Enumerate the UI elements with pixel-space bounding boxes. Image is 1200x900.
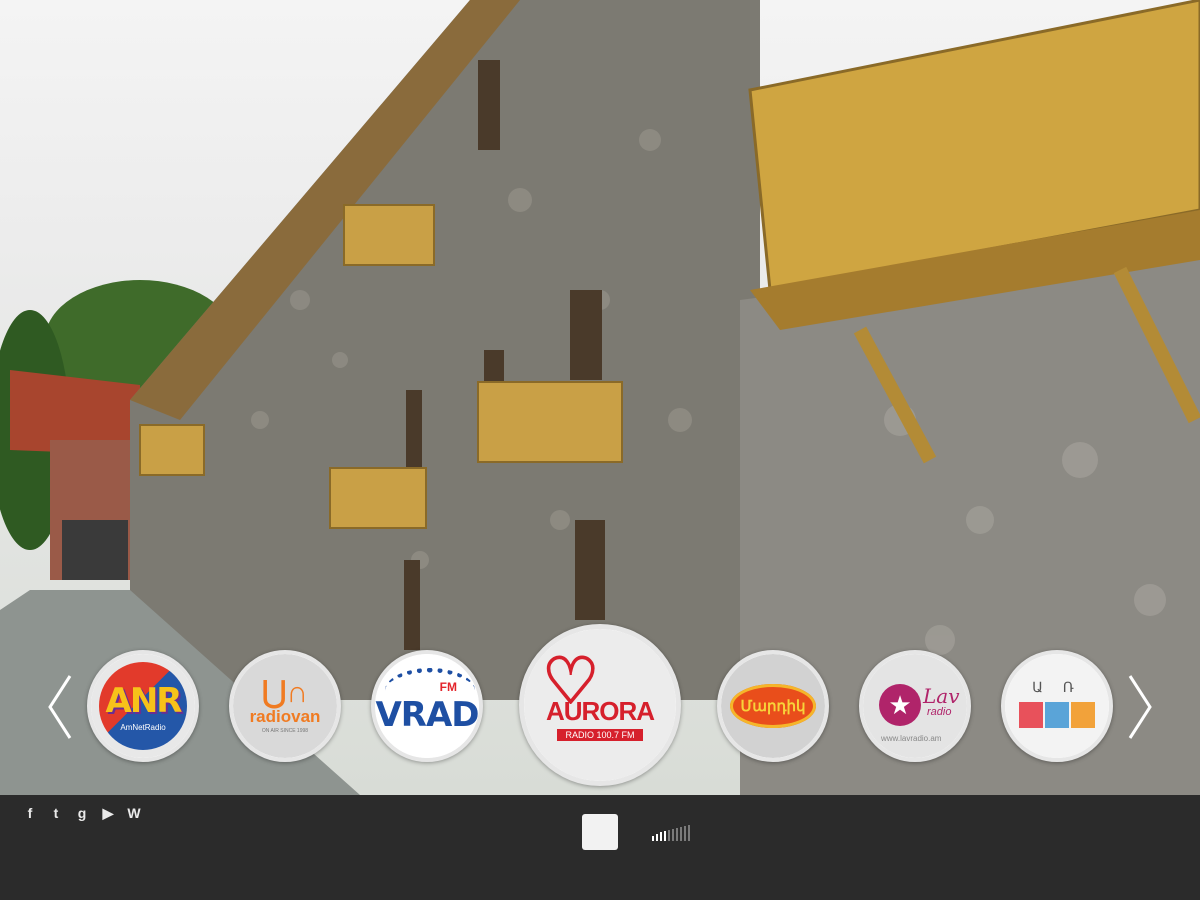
station-logo-text: radiovan [249,707,321,726]
station-logo-text: Մարդիկ [740,698,806,715]
station-logo-text: ANR [105,680,183,721]
signal-arc-icon [385,668,475,713]
station-logo-anr: ANR AmNetRadio [91,654,195,758]
youtube-icon[interactable]: ▶ [100,805,116,821]
volume-slider[interactable] [652,825,690,841]
station-logo-url: www.lavradio.am [881,734,942,743]
station-aurora[interactable]: ♡ AURORA RADIO 100.7 FM [519,624,681,786]
station-logo-ur: Ա Ռ [1005,654,1109,758]
social-links: f t g ▶ W [22,805,142,821]
station-logo-subtext: radio [927,706,952,718]
station-logo-radiovan: ⋃∩ radiovan ON AIR SINCE 1998 [233,654,337,758]
carousel-prev-button[interactable] [40,672,80,742]
station-logo-text: AURORA [545,695,655,726]
station-ur[interactable]: Ա Ռ [1001,650,1113,762]
station-logo-subtext: RADIO 100.7 FM [557,728,643,741]
twitter-icon[interactable]: t [48,805,64,821]
wordpress-icon[interactable]: W [126,805,142,821]
station-logo-text: Ա Ռ [1032,678,1082,695]
facebook-icon[interactable]: f [22,805,38,821]
station-logo-subtext: AmNetRadio [120,722,166,732]
chevron-right-icon [1128,675,1152,739]
stop-button[interactable] [582,814,618,850]
chevron-left-icon [48,675,72,739]
station-anr[interactable]: ANR AmNetRadio [87,650,199,762]
station-logo-lav: ★ Lav radio www.lavradio.am [863,654,967,758]
station-carousel: ANR AmNetRadio ⋃∩ radiovan ON AIR SINCE … [0,620,1200,790]
google-plus-icon[interactable]: g [74,805,90,821]
station-logo-subtext: ON AIR SINCE 1998 [261,728,309,734]
station-logo-aurora: ♡ AURORA RADIO 100.7 FM [524,629,676,781]
station-logo-text: Lav [923,684,960,708]
station-logo-vrad: FM VRAD [375,654,479,758]
player-bar: f t g ▶ W [0,795,1200,900]
star-icon: ★ [879,684,921,726]
station-vrad[interactable]: FM VRAD [371,650,483,762]
station-logo-mardik: Մարդիկ [721,654,825,758]
station-mardik[interactable]: Մարդիկ [717,650,829,762]
radiovan-mark-icon: ⋃∩ [261,676,309,709]
station-lav-radio[interactable]: ★ Lav radio www.lavradio.am [859,650,971,762]
station-logo-subtext: FM [439,680,457,694]
carousel-next-button[interactable] [1120,672,1160,742]
ur-blocks-icon [1019,701,1095,728]
station-radiovan[interactable]: ⋃∩ radiovan ON AIR SINCE 1998 [229,650,341,762]
